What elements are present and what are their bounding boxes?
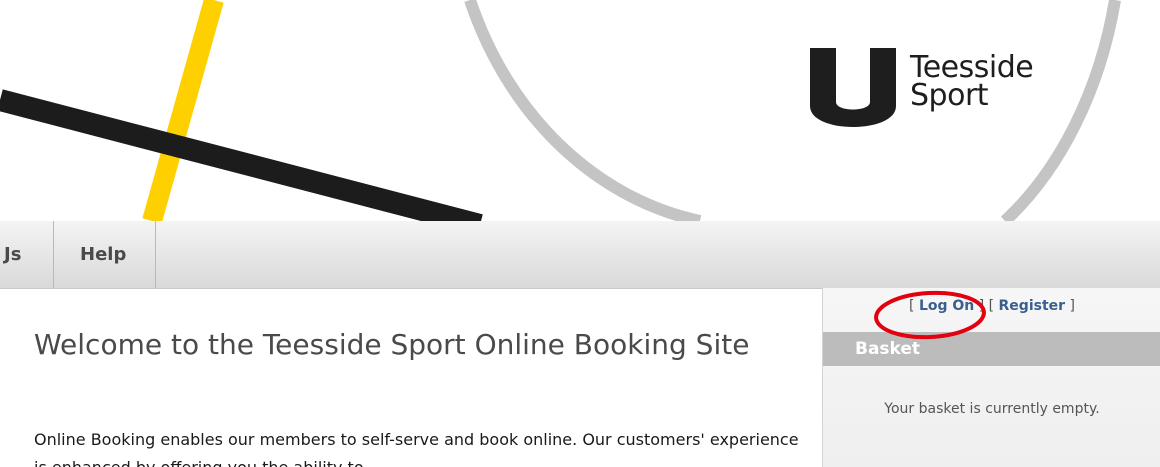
log-on-link[interactable]: Log On bbox=[919, 298, 974, 314]
basket-empty-text: Your basket is currently empty. bbox=[884, 401, 1100, 417]
bracket: [ bbox=[909, 298, 919, 314]
header-banner: Teesside Sport bbox=[0, 0, 1160, 221]
banner-circle-arc bbox=[464, 0, 702, 221]
basket-header: Basket bbox=[823, 332, 1160, 366]
teesside-sport-logo-icon bbox=[810, 48, 896, 127]
sidebar: [ Log On ] [ Register ] Basket Your bask… bbox=[822, 288, 1160, 467]
basket-empty-message: Your basket is currently empty. bbox=[823, 398, 1160, 420]
nav-divider bbox=[155, 221, 156, 288]
brand-line-2: Sport bbox=[910, 78, 989, 113]
brand-logo[interactable]: Teesside Sport bbox=[808, 40, 1068, 140]
nav-item-partial[interactable]: Js bbox=[4, 221, 21, 288]
nav-divider bbox=[53, 221, 54, 288]
auth-links: [ Log On ] [ Register ] bbox=[823, 298, 1160, 314]
nav-item-help[interactable]: Help bbox=[80, 221, 126, 288]
bracket: ] bbox=[1065, 298, 1075, 314]
page-title: Welcome to the Teesside Sport Online Boo… bbox=[34, 328, 750, 361]
brand-wordmark: Teesside Sport bbox=[910, 53, 1034, 113]
page: Teesside Sport Js Help Welcome to the Te… bbox=[0, 0, 1160, 467]
banner-yellow-stripe bbox=[142, 0, 224, 221]
main-nav: Js Help bbox=[0, 221, 1160, 289]
register-link[interactable]: Register bbox=[999, 298, 1066, 314]
intro-text: Online Booking enables our members to se… bbox=[34, 430, 799, 467]
banner-black-stripe bbox=[0, 89, 483, 221]
bracket: ] [ bbox=[974, 298, 999, 314]
